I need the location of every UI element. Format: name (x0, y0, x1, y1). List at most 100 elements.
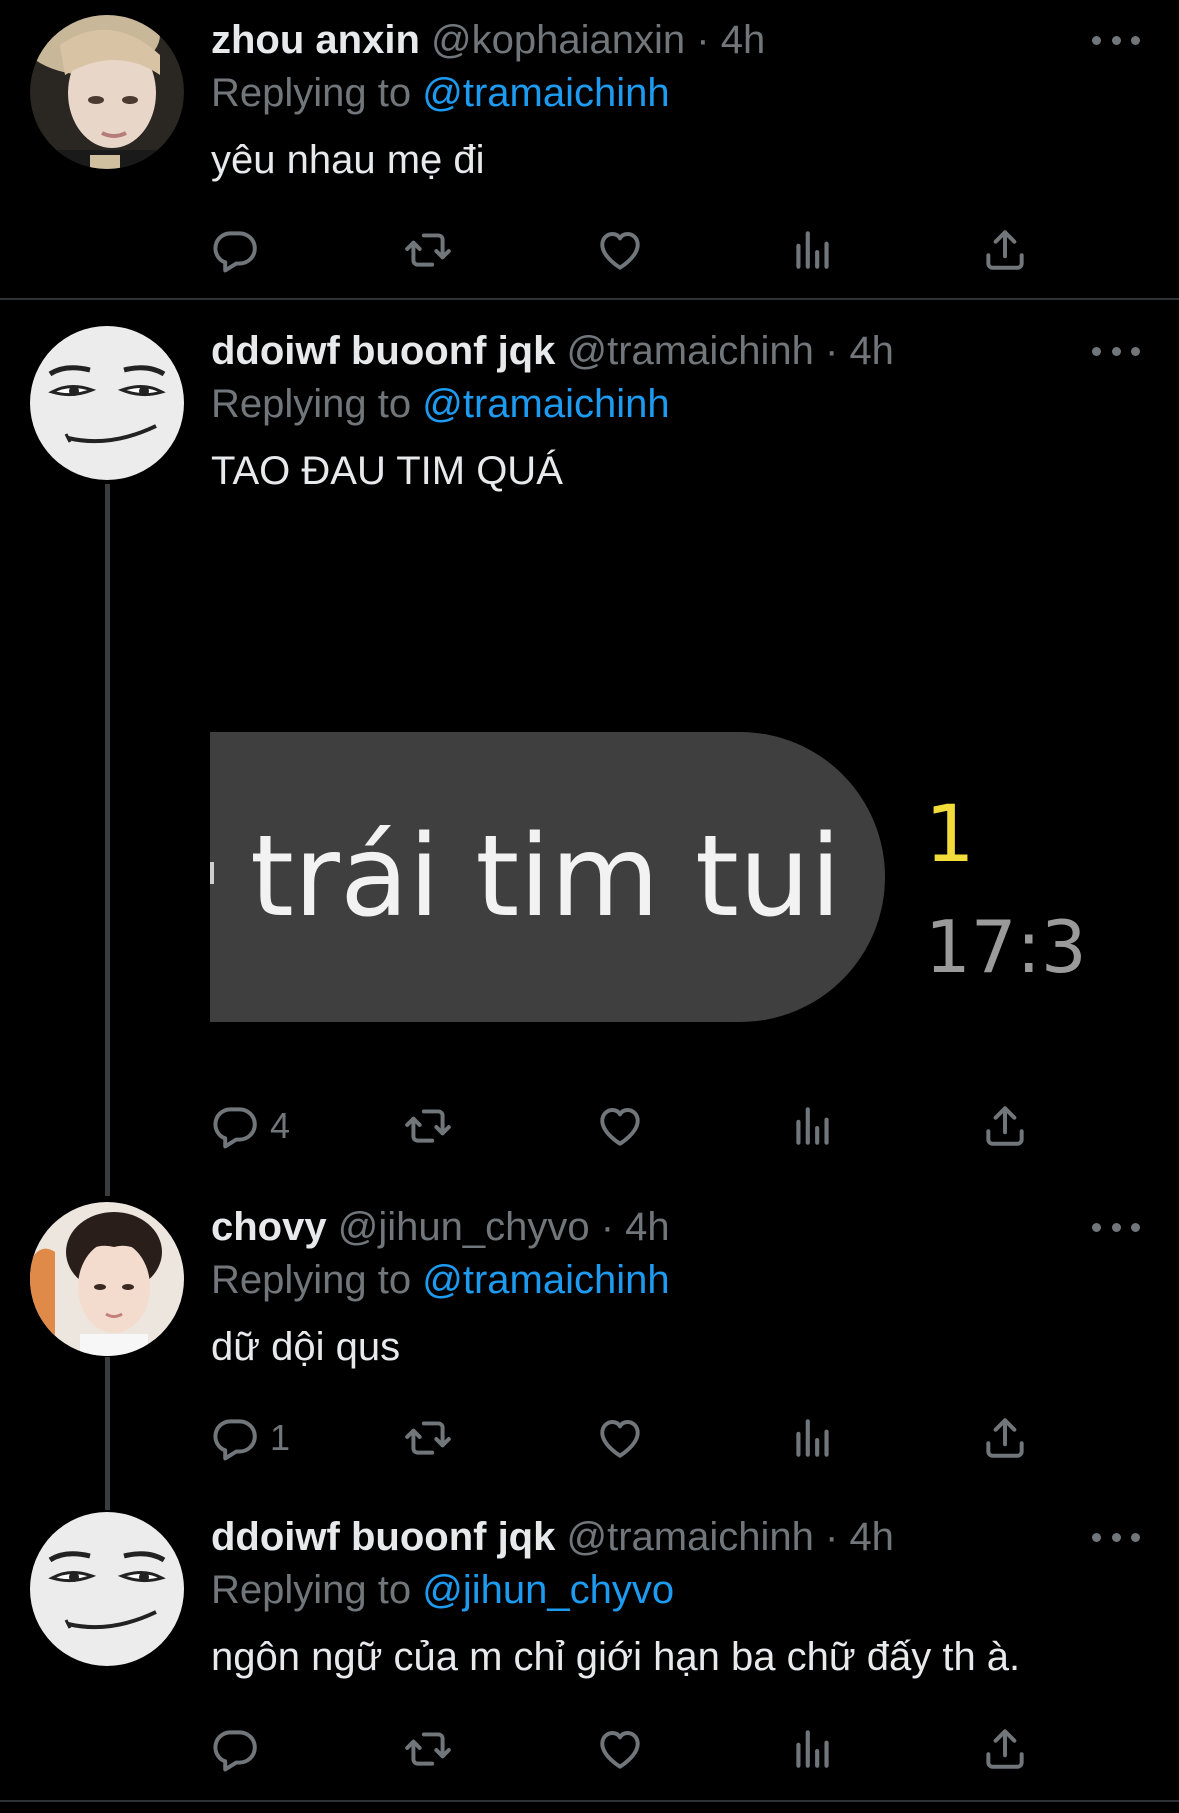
views-icon (788, 1413, 838, 1463)
tweet-media-image[interactable]: trái tim tui 1 17:3( (210, 720, 1090, 1025)
share-button[interactable] (980, 1719, 1030, 1779)
tweet-text: TAO ĐAU TIM QUÁ (211, 449, 563, 493)
tweet-header: chovy @jihun_chyvo · 4h (211, 1201, 670, 1253)
mention-link[interactable]: @jihun_chyvo (422, 1568, 674, 1612)
user-handle[interactable]: @kophaianxin (431, 18, 685, 62)
separator-dot: · (824, 1515, 839, 1559)
share-button[interactable] (980, 1096, 1030, 1156)
reply-icon (210, 1101, 260, 1151)
replying-to-line: Replying to @tramaichinh (211, 67, 670, 119)
more-icon[interactable] (1092, 1217, 1140, 1237)
reply-icon (210, 1724, 260, 1774)
tweet-text: dữ dội qus (211, 1325, 401, 1369)
tweet-header: zhou anxin @kophaianxin · 4h (211, 14, 765, 66)
meme-face-avatar-image (30, 326, 184, 480)
share-icon (980, 225, 1030, 275)
tweet-header: ddoiwf buoonf jqk @tramaichinh · 4h (211, 1511, 894, 1563)
views-icon (788, 1101, 838, 1151)
views-button[interactable] (788, 1719, 838, 1779)
tweet-4[interactable]: ddoiwf buoonf jqk @tramaichinh · 4h Repl… (0, 1490, 1179, 1813)
share-icon (980, 1724, 1030, 1774)
reply-icon (210, 225, 260, 275)
mention-link[interactable]: @tramaichinh (422, 1258, 669, 1302)
retweet-button[interactable] (403, 220, 453, 280)
avatar[interactable] (30, 326, 184, 480)
unread-count: 1 (925, 790, 975, 880)
avatar[interactable] (30, 1512, 184, 1666)
reply-button[interactable] (210, 1719, 270, 1779)
avatar[interactable] (30, 15, 184, 169)
like-button[interactable] (595, 1719, 645, 1779)
tweet-actions: 4 (210, 1096, 1060, 1156)
retweet-icon (403, 225, 453, 275)
like-icon (595, 1413, 645, 1463)
replying-to-prefix: Replying to (211, 382, 423, 426)
tweet-text: yêu nhau mẹ đi (211, 138, 485, 182)
separator-dot: · (600, 1205, 615, 1249)
timestamp[interactable]: 4h (849, 329, 894, 373)
tweet-text: ngôn ngữ của m chỉ giới hạn ba chữ đấy t… (211, 1635, 1021, 1679)
views-button[interactable] (788, 1096, 838, 1156)
share-button[interactable] (980, 220, 1030, 280)
bubble-edge-mark (210, 862, 214, 884)
tweet-1[interactable]: zhou anxin @kophaianxin · 4h Replying to… (0, 0, 1179, 300)
display-name[interactable]: zhou anxin (211, 18, 420, 62)
display-name[interactable]: ddoiwf buoonf jqk (211, 329, 555, 373)
replying-to-prefix: Replying to (211, 71, 423, 115)
like-icon (595, 1724, 645, 1774)
user-handle[interactable]: @tramaichinh (566, 329, 813, 373)
photo-avatar-image (30, 15, 184, 169)
replying-to-line: Replying to @tramaichinh (211, 378, 670, 430)
tweet-header: ddoiwf buoonf jqk @tramaichinh · 4h (211, 325, 894, 377)
chat-bubble: trái tim tui (210, 732, 885, 1022)
like-button[interactable] (595, 1096, 645, 1156)
timestamp[interactable]: 4h (849, 1515, 894, 1559)
timestamp[interactable]: 4h (625, 1205, 670, 1249)
separator-dot: · (824, 329, 839, 373)
retweet-button[interactable] (403, 1096, 453, 1156)
display-name[interactable]: chovy (211, 1205, 327, 1249)
views-icon (788, 225, 838, 275)
separator-dot: · (696, 18, 710, 62)
photo-avatar-image (30, 1202, 184, 1356)
tweet-divider (0, 1800, 1179, 1802)
mention-link[interactable]: @tramaichinh (422, 382, 669, 426)
share-icon (980, 1413, 1030, 1463)
reply-count: 1 (270, 1417, 291, 1458)
reply-button[interactable]: 4 (210, 1096, 290, 1156)
views-button[interactable] (788, 220, 838, 280)
more-icon[interactable] (1092, 341, 1140, 361)
user-handle[interactable]: @tramaichinh (566, 1515, 813, 1559)
mention-link[interactable]: @tramaichinh (422, 71, 669, 115)
retweet-button[interactable] (403, 1719, 453, 1779)
meme-face-avatar-image (30, 1512, 184, 1666)
timestamp[interactable]: 4h (721, 18, 766, 62)
replying-to-line: Replying to @tramaichinh (211, 1254, 670, 1306)
more-icon[interactable] (1092, 30, 1140, 50)
reply-count: 4 (270, 1105, 291, 1146)
replying-to-prefix: Replying to (211, 1568, 423, 1612)
retweet-button[interactable] (403, 1408, 453, 1468)
message-time: 17:3( (925, 905, 1090, 989)
share-icon (980, 1101, 1030, 1151)
replying-to-line: Replying to @jihun_chyvo (211, 1564, 674, 1616)
retweet-icon (403, 1724, 453, 1774)
reply-icon (210, 1413, 260, 1463)
retweet-icon (403, 1101, 453, 1151)
avatar[interactable] (30, 1202, 184, 1356)
tweet-3[interactable]: chovy @jihun_chyvo · 4h Replying to @tra… (0, 1180, 1179, 1490)
display-name[interactable]: ddoiwf buoonf jqk (211, 1515, 555, 1559)
like-button[interactable] (595, 220, 645, 280)
reply-button[interactable]: 1 (210, 1408, 290, 1468)
views-button[interactable] (788, 1408, 838, 1468)
more-icon[interactable] (1092, 1527, 1140, 1547)
chat-bubble-text: trái tim tui (250, 812, 842, 942)
tweet-actions (210, 220, 1060, 280)
share-button[interactable] (980, 1408, 1030, 1468)
reply-button[interactable] (210, 220, 270, 280)
user-handle[interactable]: @jihun_chyvo (338, 1205, 590, 1249)
like-icon (595, 225, 645, 275)
like-button[interactable] (595, 1408, 645, 1468)
replying-to-prefix: Replying to (211, 1258, 423, 1302)
like-icon (595, 1101, 645, 1151)
